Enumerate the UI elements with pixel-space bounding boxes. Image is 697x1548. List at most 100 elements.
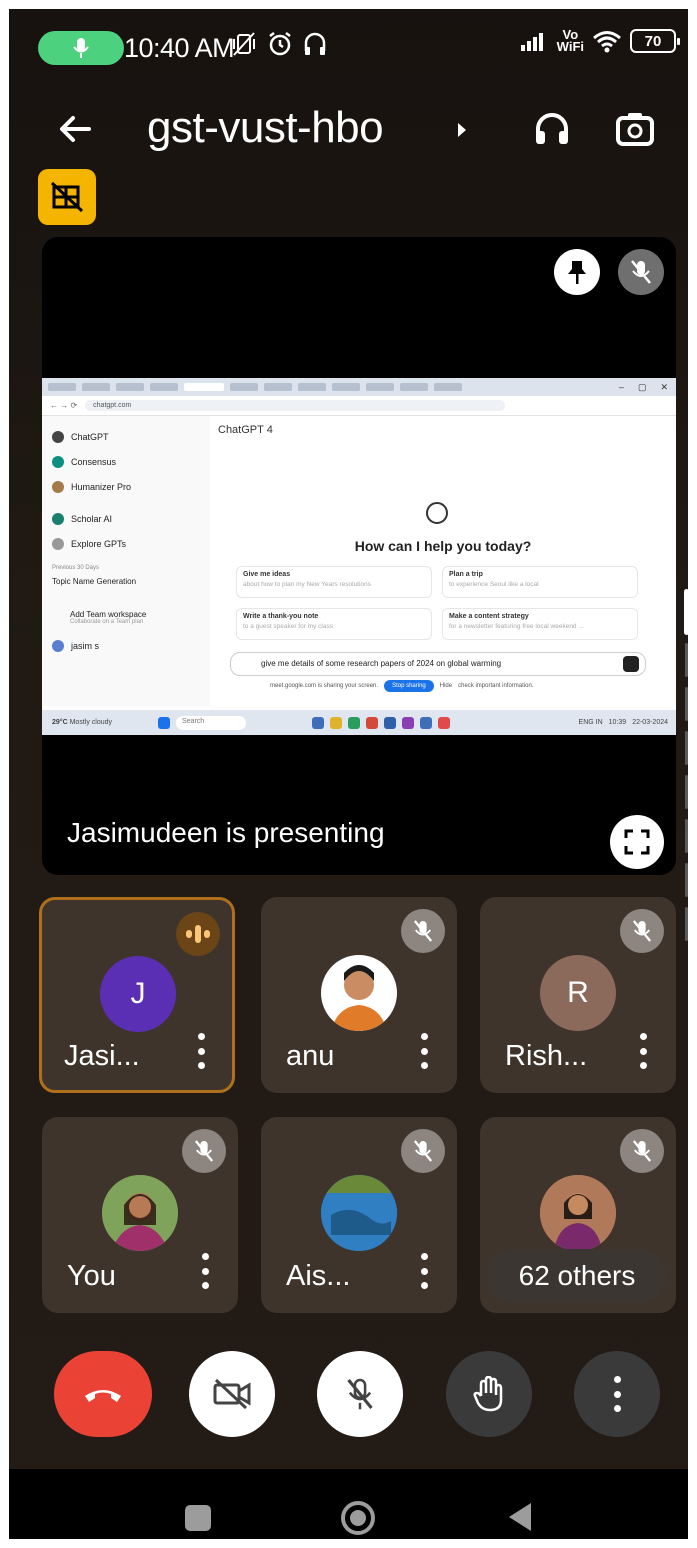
system-nav-bar [9,1469,688,1539]
avatar: J [100,956,176,1032]
presentation-tile[interactable]: – ▢ ✕ ← → ⟳ chatgpt.com ChatGPT Consensus … [42,237,676,875]
wifi-icon [593,31,621,53]
camera-toggle-button[interactable] [189,1351,275,1437]
participant-tile[interactable]: Ais... [261,1117,457,1313]
presentation-muted-indicator [618,249,664,295]
end-call-button[interactable] [54,1351,152,1437]
sidebar-item-scholar: Scholar AI [52,508,200,530]
weather-widget: 29°C Mostly cloudy [52,719,112,726]
mic-toggle-button[interactable] [317,1351,403,1437]
window-controls: – ▢ ✕ [618,381,668,392]
mic-off-icon [182,1129,226,1173]
profile-photo-icon [102,1175,178,1251]
more-vert-icon[interactable] [194,1033,208,1069]
recents-button[interactable] [185,1505,211,1531]
mic-off-icon [401,1129,445,1173]
windows-taskbar: 29°C Mostly cloudy Search ENG IN 10:39 2… [42,710,676,735]
switch-camera-icon [616,113,654,146]
mic-off-icon [347,1378,373,1410]
scrollbar-thumb[interactable] [684,589,688,635]
back-button[interactable] [53,107,103,157]
low-bandwidth-badge[interactable] [38,169,96,225]
taskbar-app-icon [312,716,324,729]
url-field: chatgpt.com [85,400,506,411]
signal-icon [520,33,543,51]
suggestion-card: Plan a trip to experience Seoul like a lo… [442,566,638,598]
browser-tab-active [184,383,224,391]
profile-photo-icon [540,1175,616,1251]
others-count-button[interactable]: 62 others [488,1249,666,1303]
taskbar-app-icon [384,716,396,729]
more-vert-icon[interactable] [417,1253,431,1289]
switch-camera-button[interactable] [613,107,661,155]
share-notice-text: meet.google.com is sharing your screen. [270,683,379,689]
taskbar-app-icon [330,716,342,729]
raise-hand-button[interactable] [446,1351,532,1437]
meeting-title[interactable]: gst-vust-hbo [147,103,384,153]
status-time: 10:40 AM [124,33,235,63]
wifi-calling-label: WiFi [556,39,584,54]
more-vert-icon[interactable] [636,1033,650,1069]
mic-icon [73,38,89,58]
back-nav-button[interactable] [509,1503,531,1531]
phone-screen: 10:40 AM Vo WiFi 70 gst-vust-hbo – ▢ ✕ ←… [9,9,688,1539]
more-options-button[interactable] [574,1351,660,1437]
more-vert-icon[interactable] [198,1253,212,1289]
headphones-icon [536,113,568,144]
more-vert-icon [610,1376,624,1412]
profile-photo-icon [321,1175,397,1251]
hand-icon [473,1376,503,1412]
video-off-icon [213,1378,251,1410]
participant-tile[interactable]: R Rish... [480,897,676,1093]
mic-in-use-indicator[interactable] [38,31,124,65]
scrollbar-segment [685,775,688,809]
participant-name: Ais... [286,1260,351,1292]
taskbar-app-icon [420,716,432,729]
browser-tab [298,383,326,391]
mic-off-icon [631,260,651,284]
profile-photo-icon [331,965,387,1031]
avatar [321,1175,397,1251]
home-button[interactable] [341,1501,375,1535]
end-call-icon [85,1390,121,1402]
taskbar-app-icon [348,716,360,729]
suggestion-card: Give me ideas about how to plan my New Ye… [236,566,432,598]
check-info-text: check important information. [458,683,534,689]
participant-tile[interactable]: anu [261,897,457,1093]
stop-sharing-button: Stop sharing [384,680,434,692]
address-bar: ← → ⟳ chatgpt.com [42,396,676,416]
participant-name: Jasi... [64,1040,140,1072]
status-bar: 10:40 AM Vo WiFi 70 [9,9,688,81]
headset-status-icon [304,32,326,55]
taskbar-lang: ENG IN [578,719,603,726]
sidebar-item-humanizer: Humanizer Pro [52,476,200,498]
vibrate-off-icon [233,32,255,56]
chevron-right-icon[interactable] [455,120,469,140]
pin-button[interactable] [554,249,600,295]
chat-heading: How can I help you today? [354,538,532,554]
sidebar-item-consensus: Consensus [52,451,200,473]
screen-share-notice: meet.google.com is sharing your screen. … [270,680,533,692]
browser-tab [82,383,110,391]
no-video-grid-icon [50,181,84,213]
browser-tab [332,383,360,391]
system-status-icons: Vo WiFi 70 [520,28,680,54]
sidebar-item-explore: Explore GPTs [52,533,200,555]
suggestion-card: Make a content strategy for a newsletter … [442,608,638,640]
battery-icon: 70 [630,29,680,53]
history-item: Topic Name Generation [52,577,137,586]
alarm-icon [269,32,291,56]
audio-output-button[interactable] [530,107,578,155]
scrollbar-segment [685,907,688,941]
avatar [540,1175,616,1251]
participant-tile[interactable]: J Jasi... [39,897,235,1093]
participant-tile[interactable]: You [42,1117,238,1313]
mic-off-icon [620,1129,664,1173]
hide-link: Hide [439,683,453,689]
scrollbar-segment [685,643,688,677]
more-vert-icon[interactable] [417,1033,431,1069]
send-icon [623,656,639,672]
fullscreen-button[interactable] [610,815,664,869]
sidebar-item-chatgpt: ChatGPT [52,426,200,448]
browser-tab [366,383,394,391]
